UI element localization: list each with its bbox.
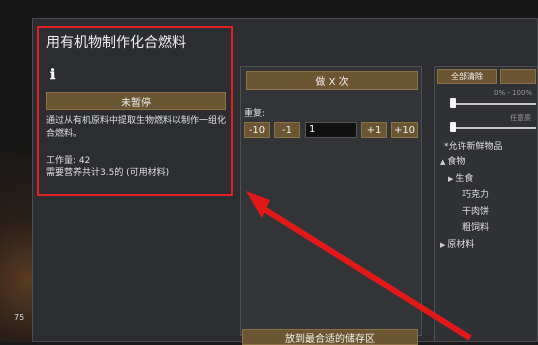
arrow-shaft bbox=[254, 201, 472, 341]
red-arrow-annotation bbox=[246, 191, 472, 341]
